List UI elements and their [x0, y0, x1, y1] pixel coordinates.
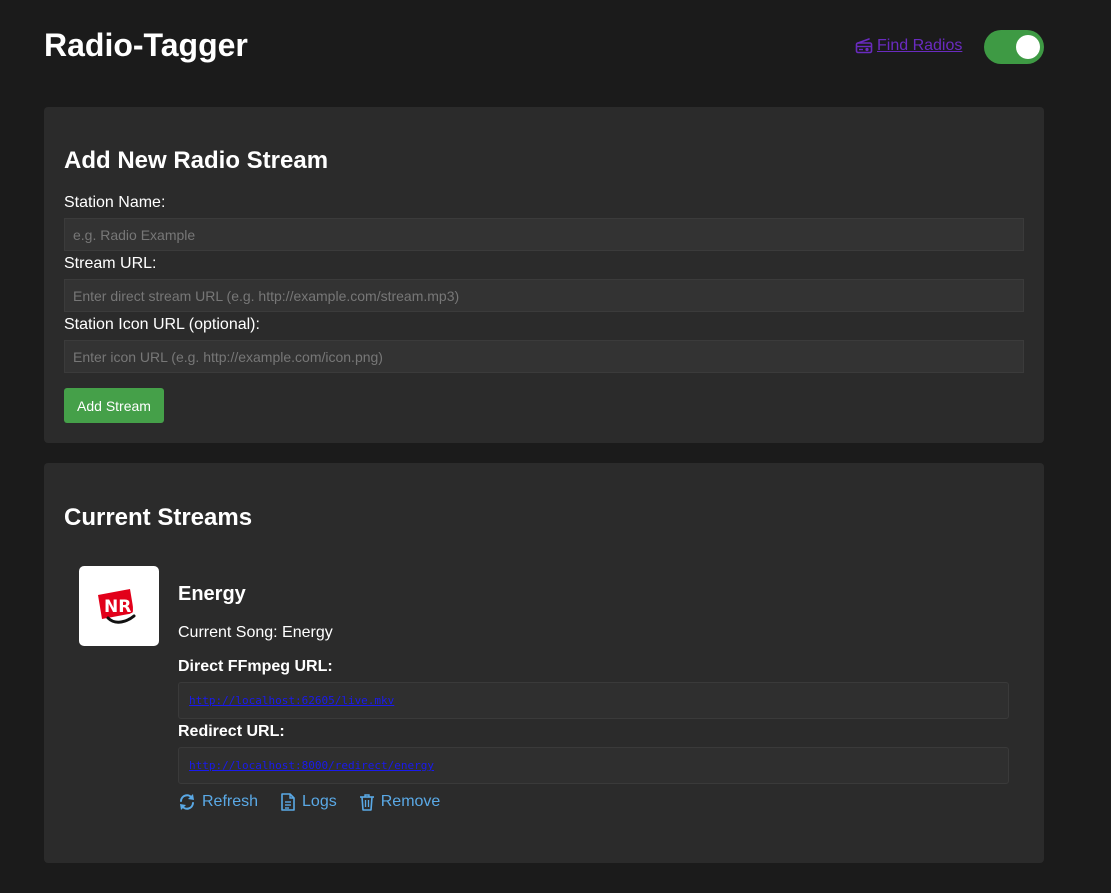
stream-name: Energy	[178, 583, 246, 605]
current-song: Current Song: Energy	[178, 624, 333, 641]
stream-actions: Refresh Logs Remove	[178, 793, 440, 811]
redirect-url-label: Redirect URL:	[178, 723, 285, 740]
logs-label: Logs	[302, 793, 337, 810]
app-title: Radio-Tagger	[44, 27, 248, 63]
nrj-logo-icon: NRJ	[98, 589, 138, 624]
icon-url-label: Station Icon URL (optional):	[64, 316, 260, 333]
ffmpeg-url-label: Direct FFmpeg URL:	[178, 658, 333, 675]
find-radios-label: Find Radios	[877, 37, 963, 54]
toggle-knob	[1016, 35, 1040, 59]
svg-text:NRJ: NRJ	[104, 597, 138, 617]
refresh-icon	[178, 793, 196, 811]
refresh-label: Refresh	[202, 793, 259, 810]
add-stream-card: Add New Radio Stream Station Name: Strea…	[44, 107, 1044, 443]
stream-url-input[interactable]	[64, 279, 1024, 312]
redirect-url-link[interactable]: http://localhost:8000/redirect/energy	[189, 759, 434, 772]
ffmpeg-url-box: http://localhost:62605/live.mkv	[178, 682, 1009, 719]
current-streams-card: Current Streams NRJ Energy Current Song:…	[44, 463, 1044, 863]
station-name-input[interactable]	[64, 218, 1024, 251]
station-logo: NRJ	[79, 566, 159, 646]
radio-icon	[855, 38, 873, 54]
stream-url-label: Stream URL:	[64, 255, 157, 272]
find-radios-link[interactable]: Find Radios	[855, 37, 962, 55]
trash-icon	[359, 793, 375, 811]
current-streams-heading: Current Streams	[64, 504, 253, 531]
remove-label: Remove	[380, 793, 441, 810]
logs-button[interactable]: Logs	[280, 793, 337, 811]
remove-button[interactable]: Remove	[359, 793, 441, 811]
add-stream-heading: Add New Radio Stream	[64, 147, 329, 174]
redirect-url-box: http://localhost:8000/redirect/energy	[178, 747, 1009, 784]
add-stream-button[interactable]: Add Stream	[64, 388, 164, 423]
file-text-icon	[280, 793, 296, 811]
station-name-label: Station Name:	[64, 194, 166, 211]
theme-toggle[interactable]	[984, 30, 1044, 64]
ffmpeg-url-link[interactable]: http://localhost:62605/live.mkv	[189, 694, 394, 707]
refresh-button[interactable]: Refresh	[178, 793, 258, 811]
icon-url-input[interactable]	[64, 340, 1024, 373]
